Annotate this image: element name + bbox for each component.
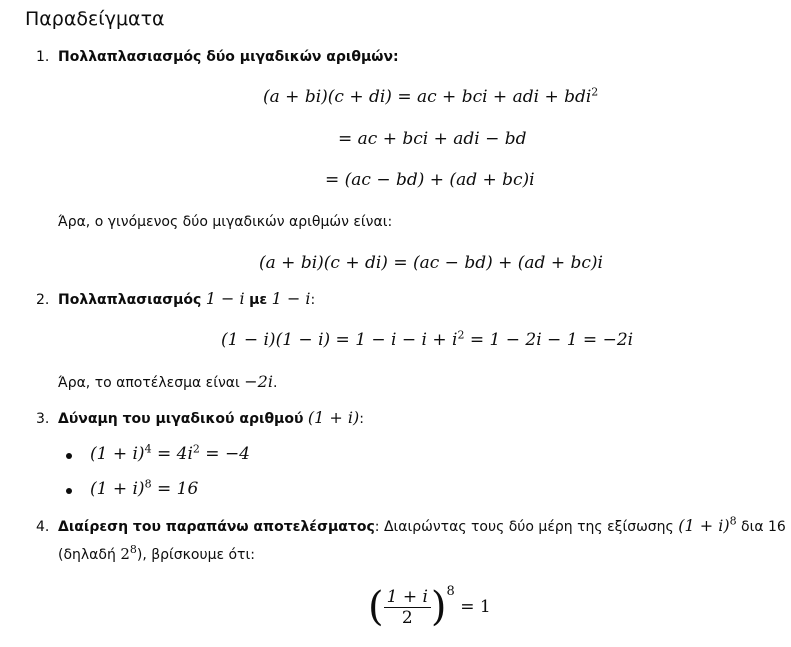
item-4-title-math-exponent: 8 bbox=[729, 514, 737, 528]
equation-1-line-2: = ac + bci + adi − bd bbox=[338, 129, 527, 149]
list-number-1: 1. bbox=[36, 49, 50, 65]
bullet-2-b: = 16 bbox=[151, 479, 199, 499]
equation-2-pre: (1 − i)(1 − i) = 1 − i − i + i bbox=[221, 330, 458, 350]
equation-1-line-1-text: (a + bi)(c + di) = ac + bci + adi + bdi bbox=[263, 87, 592, 107]
item-2-title-end: : bbox=[310, 292, 316, 308]
item-4-line-2-exponent: 8 bbox=[129, 543, 137, 556]
item-4-title: Διαίρεση του παραπάνω αποτελέσματος: Δια… bbox=[58, 516, 786, 535]
item-2-title: Πολλαπλασιασμός 1 − i με 1 − i: bbox=[58, 289, 315, 308]
bullet-dot-2 bbox=[66, 488, 72, 494]
right-paren: ) bbox=[430, 584, 447, 630]
item-3-title-end: : bbox=[359, 411, 364, 427]
section-heading: Παραδείγματα bbox=[25, 8, 165, 30]
item-3-title-math: (1 + i) bbox=[307, 408, 360, 427]
item-1-title: Πολλαπλασιασμός δύο μιγαδικών αριθμών: bbox=[58, 49, 399, 65]
fraction-denominator: 2 bbox=[401, 607, 413, 628]
fraction-rhs: = 1 bbox=[460, 597, 491, 617]
bullet-2-exponent: 8 bbox=[144, 477, 152, 491]
list-number-3: 3. bbox=[36, 411, 50, 427]
list-number-2: 2. bbox=[36, 292, 50, 308]
item-2-note-math: −2i bbox=[244, 372, 273, 391]
list-number-4: 4. bbox=[36, 519, 50, 535]
bullet-2-equation: (1 + i)8 = 16 bbox=[90, 477, 199, 499]
bullet-2-a: (1 + i) bbox=[90, 479, 145, 499]
item-4-line-2-base: 2 bbox=[120, 545, 130, 563]
item-4-title-rest: : Διαιρώντας τους δύο μέρη της εξίσωσης bbox=[374, 519, 674, 535]
item-4-line-2: (δηλαδή 28), βρίσκουμε ότι: bbox=[58, 543, 255, 563]
equation-1-line-3: = (ac − bd) + (ad + bc)i bbox=[325, 170, 535, 190]
fraction: 1 + i2 bbox=[383, 587, 431, 628]
item-4-title-tail: δια 16 bbox=[736, 519, 786, 535]
item-2-title-math-b: 1 − i bbox=[271, 289, 311, 308]
fraction-exponent: 8 bbox=[446, 583, 455, 599]
item-4-line-2-pre: (δηλαδή bbox=[58, 547, 116, 563]
bullet-dot-1 bbox=[66, 453, 72, 459]
item-1-title-text: Πολλαπλασιασμός δύο μιγαδικών αριθμών: bbox=[58, 49, 399, 65]
equation-2: (1 − i)(1 − i) = 1 − i − i + i2 = 1 − 2i… bbox=[221, 329, 634, 350]
bullet-1-exponent-2: 2 bbox=[192, 442, 200, 456]
item-2-title-bold-b: με bbox=[249, 292, 268, 308]
bullet-1-a: (1 + i) bbox=[90, 444, 145, 464]
item-2-note: Άρα, το αποτέλεσμα είναι −2i. bbox=[58, 372, 277, 391]
item-2-note-end: . bbox=[272, 375, 278, 391]
equation-4-fraction: (1 + i 2)8 = 1 bbox=[368, 584, 491, 630]
item-2-title-bold-a: Πολλαπλασιασμός bbox=[58, 292, 202, 308]
left-paren: ( bbox=[368, 584, 384, 630]
item-3-title-bold: Δύναμη του μιγαδικού αριθμού bbox=[58, 411, 304, 427]
item-4-title-math: (1 + i)8 bbox=[678, 516, 736, 535]
item-2-title-math-a: 1 − i bbox=[205, 289, 245, 308]
equation-2-post: = 1 − 2i − 1 = −2i bbox=[464, 330, 634, 350]
bullet-1-b: = 4i bbox=[151, 444, 193, 464]
item-4-title-math-base: (1 + i) bbox=[678, 516, 730, 535]
item-1-note: Άρα, ο γινόμενος δύο μιγαδικών αριθμών ε… bbox=[58, 214, 393, 230]
item-4-title-bold: Διαίρεση του παραπάνω αποτελέσματος bbox=[58, 519, 375, 535]
fraction-numerator: 1 + i bbox=[383, 587, 431, 608]
equation-1-line-1-exponent: 2 bbox=[591, 85, 599, 99]
bullet-1-c: = −4 bbox=[199, 444, 251, 464]
item-3-title: Δύναμη του μιγαδικού αριθμού (1 + i): bbox=[58, 408, 364, 427]
item-2-note-text: Άρα, το αποτέλεσμα είναι bbox=[58, 375, 240, 391]
bullet-1-exponent-1: 4 bbox=[144, 442, 152, 456]
equation-1-result: (a + bi)(c + di) = (ac − bd) + (ad + bc)… bbox=[259, 253, 603, 273]
bullet-1-equation: (1 + i)4 = 4i2 = −4 bbox=[90, 442, 251, 464]
equation-1-line-1: (a + bi)(c + di) = ac + bci + adi + bdi2 bbox=[263, 85, 599, 107]
item-4-line-2-math: 28 bbox=[120, 543, 137, 563]
item-4-line-2-post: ), βρίσκουμε ότι: bbox=[136, 547, 255, 563]
